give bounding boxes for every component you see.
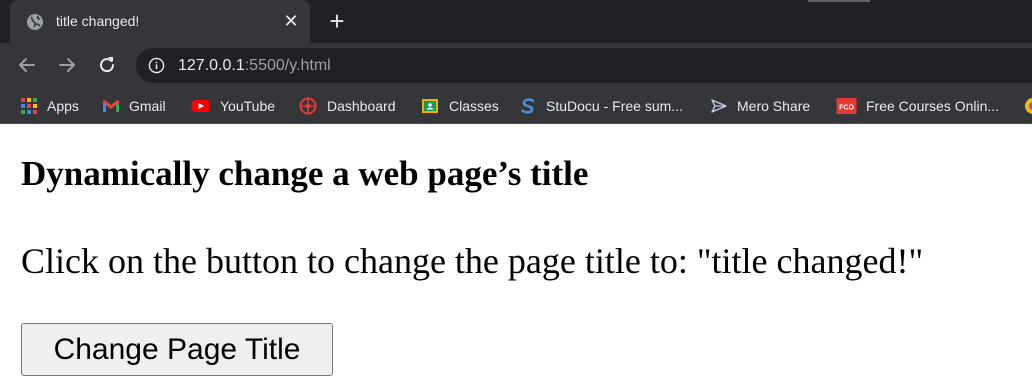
page-content: Dynamically change a web page’s title Cl…	[0, 124, 1032, 391]
tab-strip-divider	[808, 0, 870, 2]
bookmark-free-courses[interactable]: FCO Free Courses Onlin...	[836, 96, 999, 116]
bookmark-label: StuDocu - Free sum...	[546, 98, 683, 114]
classroom-icon	[422, 99, 438, 113]
bookmark-classes[interactable]: Classes	[420, 96, 499, 116]
page-heading: Dynamically change a web page’s title	[21, 154, 589, 193]
reload-icon[interactable]	[95, 53, 119, 77]
bookmark-mero-share[interactable]: Mero Share	[710, 96, 810, 116]
overflow-bookmark-icon	[1025, 98, 1032, 114]
address-bar[interactable]: 127.0.0.1:5500/y.html	[136, 48, 1032, 83]
url-text: 127.0.0.1:5500/y.html	[178, 56, 331, 75]
bookmark-label: Classes	[449, 98, 499, 114]
bookmark-label: Mero Share	[737, 98, 811, 114]
bookmark-apps[interactable]: Apps	[20, 96, 79, 116]
globe-icon	[27, 14, 43, 30]
bookmark-gmail[interactable]: Gmail	[102, 96, 166, 116]
tab-close-icon[interactable]: ✕	[280, 10, 302, 32]
info-icon[interactable]	[148, 57, 165, 74]
bookmarks-bar: Apps Gmail YouTube Dashboard Classes Stu…	[0, 88, 1032, 124]
bookmark-label: Dashboard	[327, 98, 396, 114]
change-page-title-button[interactable]: Change Page Title	[21, 323, 333, 376]
bookmark-label: Free Courses Onlin...	[866, 98, 1000, 114]
tab-title: title changed!	[56, 13, 140, 29]
apps-grid-icon	[21, 98, 37, 114]
tab-strip: title changed! ✕ +	[0, 0, 1032, 43]
url-path: :5500/y.html	[244, 57, 331, 74]
browser-toolbar: 127.0.0.1:5500/y.html	[0, 43, 1032, 88]
fco-icon-text: FCO	[839, 105, 854, 112]
bookmark-studocu[interactable]: StuDocu - Free sum...	[519, 96, 683, 116]
page-paragraph: Click on the button to change the page t…	[21, 241, 924, 281]
forward-arrow-icon[interactable]	[55, 53, 79, 77]
mero-share-icon	[711, 99, 727, 113]
browser-tab[interactable]: title changed! ✕	[10, 0, 310, 43]
fco-icon: FCO	[836, 98, 857, 114]
bookmark-label: Gmail	[129, 98, 166, 114]
gmail-icon	[103, 100, 119, 112]
back-arrow-icon[interactable]	[15, 53, 39, 77]
new-tab-button[interactable]: +	[324, 8, 350, 35]
studocu-icon	[521, 98, 535, 114]
bookmark-label: Apps	[47, 98, 79, 114]
url-host: 127.0.0.1	[178, 57, 245, 74]
dashboard-icon	[299, 97, 317, 115]
bookmark-dashboard[interactable]: Dashboard	[298, 96, 396, 116]
bookmark-label: YouTube	[220, 98, 276, 114]
youtube-icon	[191, 100, 210, 112]
bookmark-overflow[interactable]	[1024, 96, 1032, 116]
bookmark-youtube[interactable]: YouTube	[190, 96, 275, 116]
